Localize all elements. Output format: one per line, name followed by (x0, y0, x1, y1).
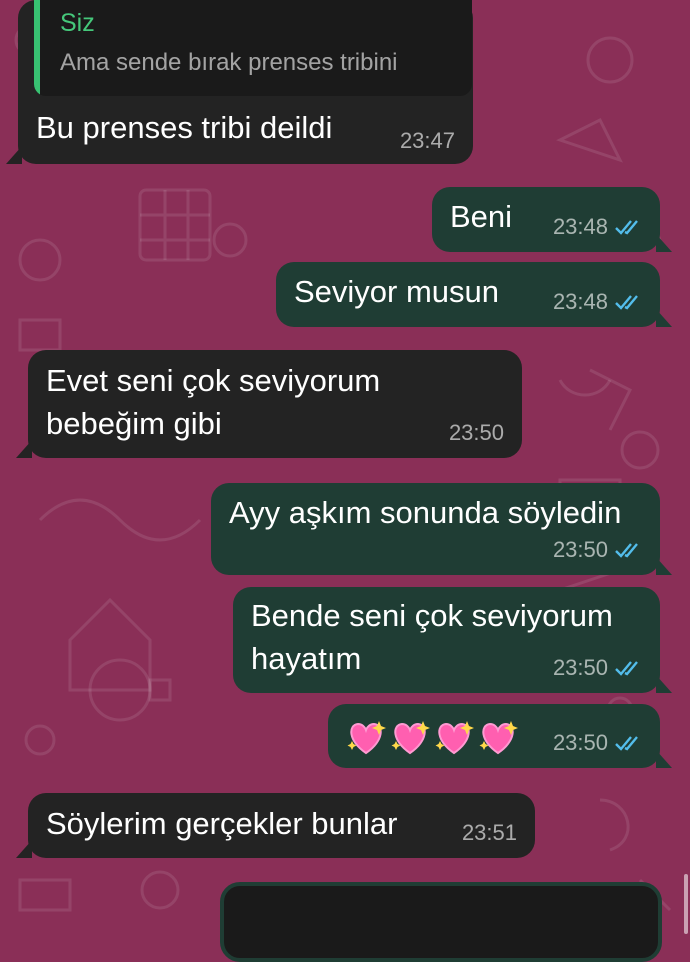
message-meta: 23:48 (553, 289, 642, 315)
sparkling-heart-icon (347, 720, 386, 755)
message-bubble-outgoing[interactable]: Seviyor musun 23:48 (276, 262, 672, 327)
scrollbar[interactable] (684, 874, 688, 934)
read-double-check-icon (614, 734, 642, 752)
message-bubble-incoming[interactable]: Siz Ama sende bırak prenses tribini Bu p… (6, 0, 473, 164)
media-preview[interactable] (220, 882, 662, 962)
message-bubble-outgoing[interactable]: Bende seni çok seviyorum hayatım 23:50 (233, 587, 672, 693)
quote-accent-bar (34, 0, 40, 96)
message-text: Seviyor musun (294, 274, 500, 309)
message-meta: 23:50 (449, 420, 504, 446)
message-time: 23:47 (399, 128, 455, 153)
quote-author: Siz (60, 9, 95, 37)
message-meta: 23:47 (400, 128, 455, 154)
message-time: 23:48 (552, 289, 608, 314)
message-time: 23:50 (552, 537, 608, 562)
message-meta: 23:48 (553, 214, 642, 240)
message-text-line-1: Bende seni çok seviyorum (251, 598, 613, 633)
message-text: Bu prenses tribi deildi (36, 110, 333, 145)
sparkling-heart-icon (479, 720, 518, 755)
message-text: Ayy aşkım sonunda söyledin (229, 495, 622, 530)
message-text: Söylerim gerçekler bunlar (46, 806, 398, 841)
quoted-message[interactable]: Siz Ama sende bırak prenses tribini (34, 0, 472, 96)
message-meta: 23:50 (553, 655, 642, 681)
read-double-check-icon (614, 218, 642, 236)
sparkling-heart-icon (391, 720, 430, 755)
message-bubble-incoming[interactable]: Söylerim gerçekler bunlar 23:51 (16, 793, 535, 858)
message-time: 23:51 (461, 820, 517, 845)
sparkling-heart-icon (435, 720, 474, 755)
quote-text: Ama sende bırak prenses tribini (60, 49, 398, 76)
message-time: 23:50 (552, 655, 608, 680)
message-text-line-2: hayatım (251, 641, 362, 676)
message-bubble-outgoing[interactable]: Beni 23:48 (432, 187, 672, 252)
emoji-row (346, 714, 522, 756)
message-time: 23:48 (552, 214, 608, 239)
message-meta: 23:50 (553, 537, 642, 563)
read-double-check-icon (614, 293, 642, 311)
read-double-check-icon (614, 659, 642, 677)
message-text-line-1: Evet seni çok seviyorum (46, 363, 381, 398)
read-double-check-icon (614, 541, 642, 559)
message-text: Beni (450, 199, 513, 234)
message-bubble-outgoing[interactable]: 23:50 (328, 704, 672, 768)
message-time: 23:50 (448, 420, 504, 445)
message-bubble-incoming[interactable]: Evet seni çok seviyorum bebeğim gibi 23:… (16, 350, 522, 458)
message-time: 23:50 (552, 730, 608, 755)
message-text-line-2: bebeğim gibi (46, 406, 222, 441)
message-meta: 23:50 (553, 730, 642, 756)
message-bubble-outgoing[interactable]: Ayy aşkım sonunda söyledin 23:50 (211, 483, 672, 575)
message-meta: 23:51 (462, 820, 517, 846)
